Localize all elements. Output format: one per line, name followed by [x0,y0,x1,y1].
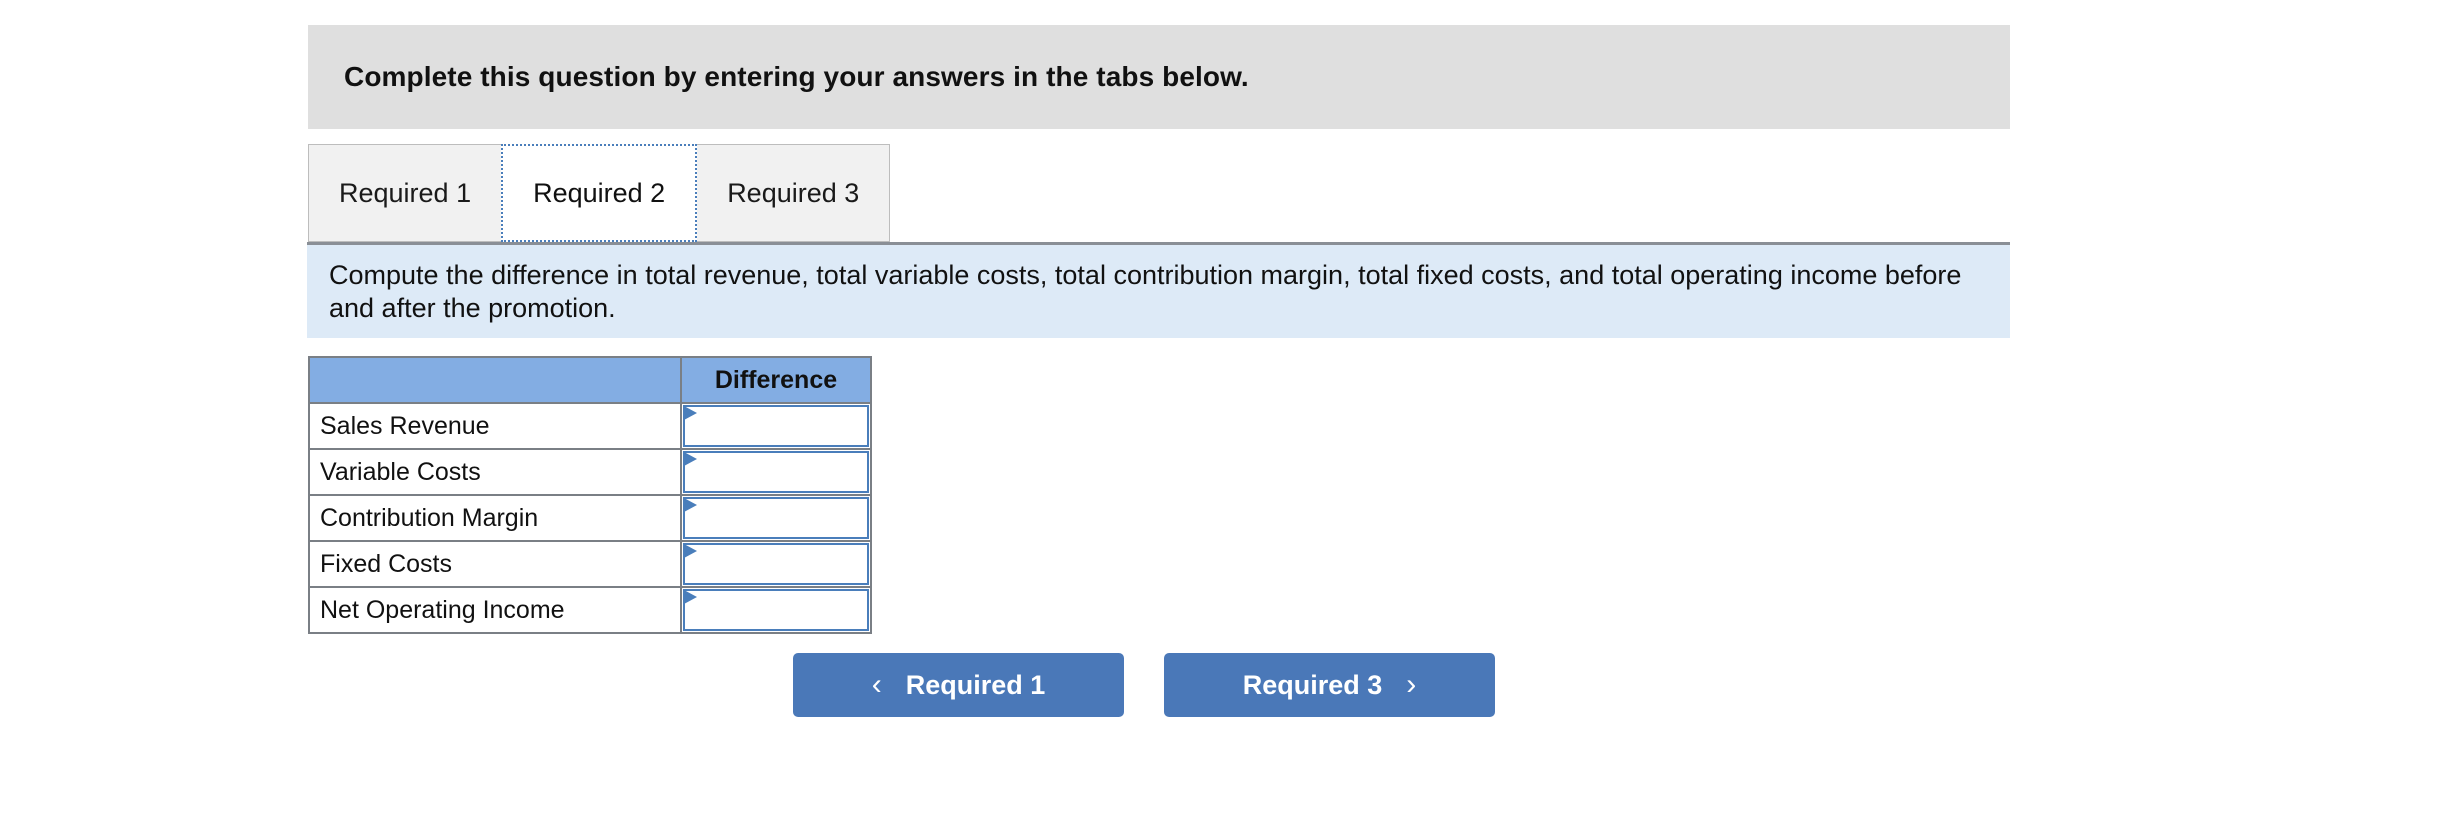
table-row: Variable Costs [308,448,872,496]
table-row: Sales Revenue [308,402,872,450]
chevron-right-icon: › [1406,668,1417,701]
row-input-cell-contribution-margin[interactable] [680,494,872,542]
table-row: Fixed Costs [308,540,872,588]
row-input-cell-sales-revenue[interactable] [680,402,872,450]
row-input-cell-net-operating-income[interactable] [680,586,872,634]
table-row: Contribution Margin [308,494,872,542]
row-input-cell-fixed-costs[interactable] [680,540,872,588]
instruction-banner-text: Complete this question by entering your … [344,61,1249,92]
input-difference-variable-costs[interactable] [683,451,869,493]
next-required-3-button[interactable]: Required 3 › [1164,653,1495,717]
instruction-banner: Complete this question by entering your … [308,25,2010,129]
tab-required-2-label: Required 2 [533,177,666,208]
tab-required-1[interactable]: Required 1 [308,144,503,242]
row-label-variable-costs: Variable Costs [308,448,682,496]
next-required-3-label: Required 3 [1242,669,1383,700]
table-row: Net Operating Income [308,586,872,634]
table-header-blank [308,356,682,404]
chevron-left-icon: ‹ [871,668,882,701]
prev-required-1-button[interactable]: ‹ Required 1 [793,653,1124,717]
requirement-instruction-panel: Compute the difference in total revenue,… [307,242,2010,338]
row-input-cell-variable-costs[interactable] [680,448,872,496]
row-label-sales-revenue: Sales Revenue [308,402,682,450]
row-label-net-operating-income: Net Operating Income [308,586,682,634]
question-page: Complete this question by entering your … [0,0,2444,839]
navigation-buttons: ‹ Required 1 Required 3 › [793,653,1495,717]
tab-required-3-label: Required 3 [727,177,860,208]
requirement-instruction-text: Compute the difference in total revenue,… [329,260,1962,323]
prev-required-1-label: Required 1 [905,669,1046,700]
row-label-fixed-costs: Fixed Costs [308,540,682,588]
table-body: Sales Revenue Variable Costs Contributio… [308,402,872,634]
table-head: Difference [308,356,872,404]
input-difference-contribution-margin[interactable] [683,497,869,539]
tab-required-1-label: Required 1 [339,177,472,208]
tab-required-2[interactable]: Required 2 [501,144,698,242]
input-difference-sales-revenue[interactable] [683,405,869,447]
difference-table: Difference Sales Revenue Variable Costs … [308,356,872,634]
tab-required-3[interactable]: Required 3 [696,144,891,242]
requirement-tabs: Required 1 Required 2 Required 3 [308,144,891,242]
input-difference-fixed-costs[interactable] [683,543,869,585]
table-header-row: Difference [308,356,872,404]
row-label-contribution-margin: Contribution Margin [308,494,682,542]
input-difference-net-operating-income[interactable] [683,589,869,631]
table-header-difference: Difference [680,356,872,404]
